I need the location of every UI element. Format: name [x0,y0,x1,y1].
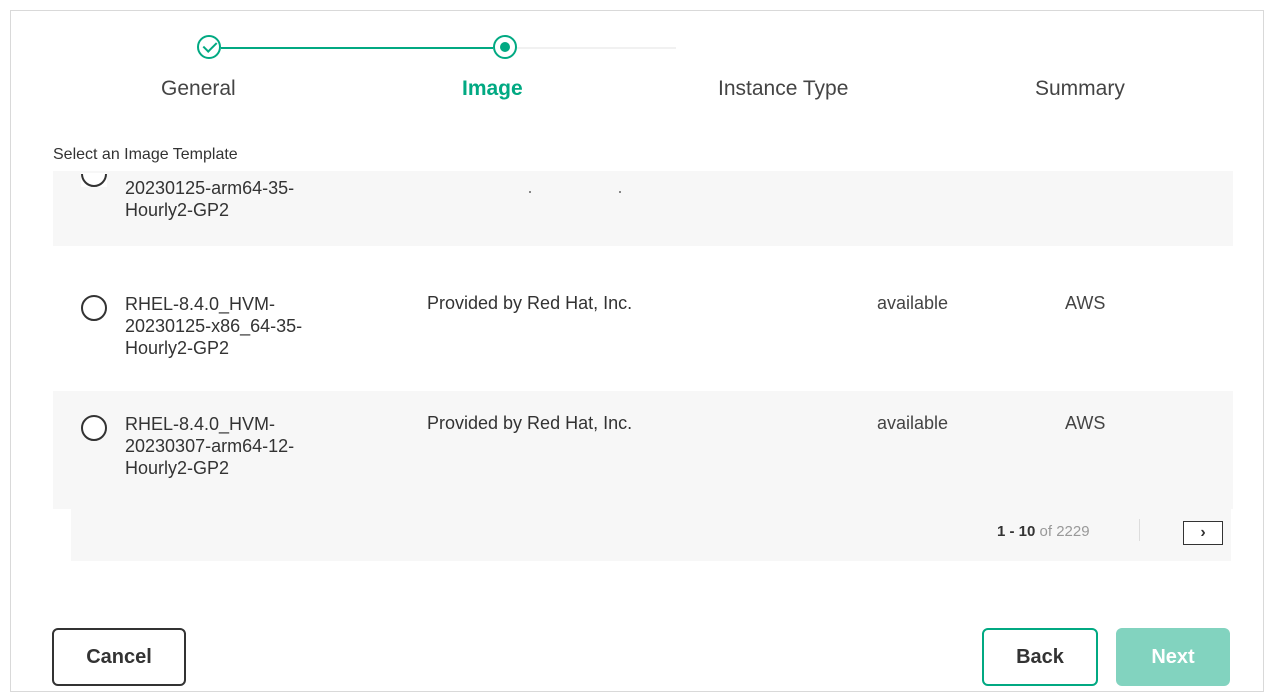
image-description: Provided by Red Hat, Inc. [427,413,633,433]
step-image-label: Image [462,77,523,100]
stepper-pending-line [516,47,676,49]
wizard-dialog: General Image Instance Type Summary Sele… [10,10,1264,692]
pagination-divider [1139,519,1140,541]
step-complete-check-icon [197,35,221,59]
pagination-range: 1 - 10 [997,523,1036,540]
image-name: RHEL-8.4.0_HVM- 20230125-x86_64-35- Hour… [125,294,303,358]
next-button[interactable]: Next [1116,628,1230,686]
chevron-right-icon: › [1200,524,1206,541]
image-status: available [877,293,949,313]
row-radio-button[interactable] [81,173,107,187]
table-row[interactable]: RHEL-8.4.0_HVM- 20230125-x86_64-35- Hour… [53,271,1233,389]
image-provider: AWS [1065,413,1106,433]
row-radio-button[interactable] [81,415,107,441]
step-summary-label: Summary [1035,77,1125,100]
wizard-stepper: General Image Instance Type Summary [11,11,1263,131]
stepper-progress-line [221,47,493,49]
pagination-total: of 2229 [1039,523,1090,540]
image-provider: AWS [1065,293,1106,313]
step-current-dot-icon [493,35,517,59]
step-general-label: General [161,77,236,100]
back-button[interactable]: Back [982,628,1098,686]
image-template-table: 20230125-arm64-35- Hourly2-GP2 RHEL-8.4.… [53,171,1233,561]
table-row[interactable]: RHEL-8.4.0_HVM- 20230307-arm64-12- Hourl… [53,391,1233,509]
cancel-button[interactable]: Cancel [52,628,186,686]
blurred-text [619,191,621,193]
row-radio-button[interactable] [81,295,107,321]
image-description: Provided by Red Hat, Inc. [427,293,633,313]
previous-page-button[interactable] [1151,521,1181,545]
next-page-button[interactable]: › [1183,521,1223,545]
pagination-info: 1 - 10 of 2229 [997,523,1090,540]
blurred-text [529,191,531,193]
section-title: Select an Image Template [53,146,238,163]
table-row[interactable]: 20230125-arm64-35- Hourly2-GP2 [53,171,1233,246]
image-name: 20230125-arm64-35- Hourly2-GP2 [125,178,295,220]
image-name: RHEL-8.4.0_HVM- 20230307-arm64-12- Hourl… [125,414,295,478]
step-instance-type-label: Instance Type [718,77,849,100]
image-status: available [877,413,949,433]
